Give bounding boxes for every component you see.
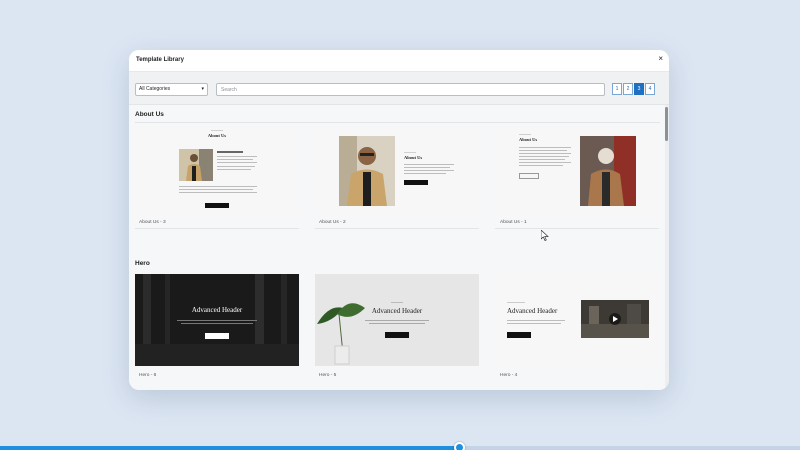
page-button-1[interactable]: 1 xyxy=(612,83,622,95)
video-progress-handle[interactable] xyxy=(454,442,465,450)
template-card-label: About Us - 3 xyxy=(139,220,166,225)
template-card-hero-5[interactable]: Advanced Header xyxy=(315,274,479,366)
template-heading: About Us xyxy=(207,133,227,138)
thumb-line xyxy=(519,134,531,135)
template-photo xyxy=(339,136,395,206)
section-divider xyxy=(135,122,660,123)
video-progress-fill xyxy=(0,446,460,450)
thumb-line xyxy=(404,170,454,171)
thumb-line xyxy=(217,159,253,160)
template-photo xyxy=(179,149,213,181)
thumb-line xyxy=(507,302,525,303)
template-heading: About Us xyxy=(404,155,423,160)
thumb-button xyxy=(205,333,229,339)
scrollbar[interactable] xyxy=(665,105,669,390)
template-library-modal: Template Library × All Categories ▾ 1 2 … xyxy=(129,50,669,390)
template-card-hero-4[interactable]: Advanced Header xyxy=(495,274,659,366)
pagination: 1 2 3 4 xyxy=(612,83,655,95)
search-input[interactable] xyxy=(216,83,605,96)
template-card-label: About Us - 1 xyxy=(500,220,527,225)
thumb-line xyxy=(519,165,563,166)
section-title-hero: Hero xyxy=(135,260,150,267)
card-divider xyxy=(495,228,659,229)
template-heading: Advanced Header xyxy=(371,307,423,315)
thumb-line xyxy=(177,320,257,321)
thumb-line xyxy=(217,169,251,170)
thumb-line xyxy=(519,156,569,157)
category-select-value: All Categories xyxy=(139,86,171,92)
template-card-hero-6[interactable]: Advanced Header xyxy=(135,274,299,366)
video-play-icon xyxy=(581,300,649,338)
card-divider xyxy=(315,228,479,229)
thumb-line xyxy=(217,166,255,167)
thumb-line xyxy=(217,156,257,157)
cursor-arrow-icon xyxy=(540,229,549,241)
thumb-line xyxy=(519,147,571,148)
thumb-button xyxy=(507,332,531,338)
thumb-button xyxy=(205,203,229,208)
template-heading: Advanced Header xyxy=(507,307,558,315)
thumb-line xyxy=(217,151,243,153)
thumb-line xyxy=(404,164,454,165)
template-card-about-us-3[interactable]: About Us xyxy=(135,125,299,217)
thumb-line xyxy=(211,130,223,131)
template-photo xyxy=(580,136,636,206)
video-thumbnail xyxy=(581,300,649,338)
thumb-line xyxy=(507,323,561,324)
thumb-line xyxy=(519,162,571,163)
template-list: About Us About Us About Us - 3 About Us … xyxy=(129,105,669,390)
section-title-about-us: About Us xyxy=(135,111,164,118)
thumb-button xyxy=(385,332,409,338)
video-progress-bar[interactable] xyxy=(0,442,800,450)
person-photo-icon xyxy=(580,136,636,206)
template-heading: Advanced Header xyxy=(191,306,243,314)
page-button-2[interactable]: 2 xyxy=(623,83,633,95)
thumb-line xyxy=(217,162,257,163)
template-card-label: About Us - 2 xyxy=(319,220,346,225)
thumb-line xyxy=(519,159,565,160)
template-card-label: Hero - 5 xyxy=(319,373,337,378)
template-heading: About Us xyxy=(519,137,538,142)
card-divider xyxy=(135,228,299,229)
thumb-line xyxy=(179,186,257,187)
thumb-line xyxy=(369,323,425,324)
page-button-3[interactable]: 3 xyxy=(634,83,644,95)
thumb-line xyxy=(179,189,253,190)
modal-header: Template Library × xyxy=(129,50,669,72)
thumb-line xyxy=(404,167,450,168)
thumb-line xyxy=(179,192,257,193)
thumb-line xyxy=(404,152,416,153)
thumb-line xyxy=(391,302,403,303)
template-card-about-us-1[interactable]: About Us xyxy=(495,125,659,217)
person-photo-icon xyxy=(179,149,213,181)
template-card-about-us-2[interactable]: About Us xyxy=(315,125,479,217)
template-card-label: Hero - 4 xyxy=(500,373,518,378)
thumb-line xyxy=(365,320,429,321)
modal-title: Template Library xyxy=(136,57,184,63)
thumb-outline-button xyxy=(519,173,539,179)
thumb-line xyxy=(519,153,571,154)
toolbar: All Categories ▾ 1 2 3 4 xyxy=(129,72,669,105)
close-icon[interactable]: × xyxy=(658,54,663,63)
page-button-4[interactable]: 4 xyxy=(645,83,655,95)
chevron-down-icon: ▾ xyxy=(201,86,204,92)
category-select[interactable]: All Categories ▾ xyxy=(135,83,208,96)
thumb-button xyxy=(404,180,428,185)
template-card-label: Hero - 6 xyxy=(139,373,157,378)
thumb-line xyxy=(519,150,567,151)
thumb-line xyxy=(404,173,446,174)
scrollbar-thumb[interactable] xyxy=(665,107,668,141)
person-photo-icon xyxy=(339,136,395,206)
thumb-line xyxy=(507,320,565,321)
thumb-line xyxy=(181,323,253,324)
